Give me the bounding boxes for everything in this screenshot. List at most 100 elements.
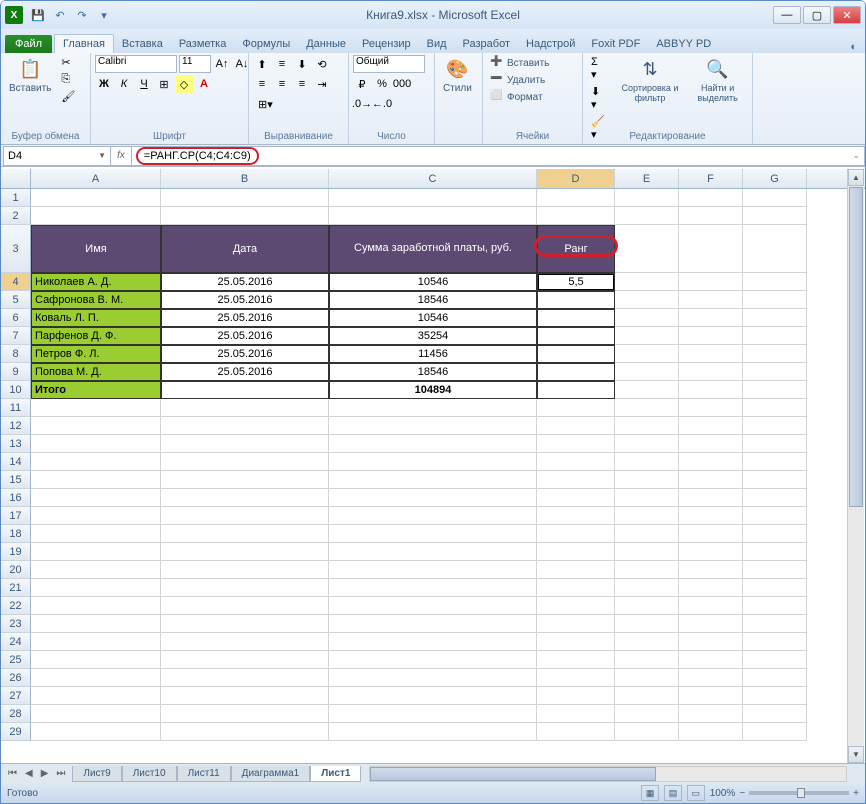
cell[interactable] <box>679 579 743 597</box>
col-f-header[interactable]: F <box>679 169 743 188</box>
cell[interactable] <box>31 417 161 435</box>
name-box-dropdown-icon[interactable]: ▼ <box>98 151 106 160</box>
cell[interactable] <box>615 273 679 291</box>
col-c-header[interactable]: C <box>329 169 537 188</box>
cell[interactable] <box>615 225 679 273</box>
cell[interactable] <box>31 651 161 669</box>
cell[interactable] <box>679 615 743 633</box>
cell[interactable] <box>31 471 161 489</box>
cell[interactable] <box>537 615 615 633</box>
cell[interactable] <box>743 543 807 561</box>
cell[interactable] <box>615 597 679 615</box>
copy-icon[interactable]: ⎘ <box>57 72 79 87</box>
tab-view[interactable]: Вид <box>419 35 455 53</box>
scroll-thumb[interactable] <box>849 187 863 507</box>
row-header[interactable]: 19 <box>1 543 31 561</box>
tab-review[interactable]: Рецензир <box>354 35 419 53</box>
cell[interactable] <box>615 561 679 579</box>
cell[interactable] <box>537 489 615 507</box>
cell[interactable] <box>31 399 161 417</box>
cell[interactable]: 10546 <box>329 273 537 291</box>
cell[interactable] <box>161 651 329 669</box>
cell[interactable] <box>743 381 807 399</box>
cell[interactable] <box>615 417 679 435</box>
zoom-thumb[interactable] <box>797 788 805 798</box>
cell[interactable]: Петров Ф. Л. <box>31 345 161 363</box>
cell[interactable] <box>537 633 615 651</box>
cell[interactable] <box>743 651 807 669</box>
row-header[interactable]: 12 <box>1 417 31 435</box>
tab-home[interactable]: Главная <box>54 34 114 53</box>
cell[interactable] <box>743 507 807 525</box>
cell[interactable]: 10546 <box>329 309 537 327</box>
cell[interactable] <box>31 669 161 687</box>
cell[interactable]: 35254 <box>329 327 537 345</box>
row-header[interactable]: 15 <box>1 471 31 489</box>
cell[interactable] <box>743 435 807 453</box>
cell[interactable] <box>161 417 329 435</box>
cell[interactable] <box>679 597 743 615</box>
cell[interactable]: 25.05.2016 <box>161 273 329 291</box>
cell[interactable] <box>615 579 679 597</box>
cell[interactable]: 25.05.2016 <box>161 327 329 345</box>
cell[interactable] <box>537 705 615 723</box>
cell[interactable] <box>743 471 807 489</box>
sheet-tab[interactable]: Лист11 <box>177 766 231 782</box>
cell[interactable] <box>161 705 329 723</box>
cell[interactable] <box>679 345 743 363</box>
maximize-button[interactable]: ▢ <box>803 6 831 24</box>
cell[interactable] <box>615 381 679 399</box>
cell[interactable] <box>329 207 537 225</box>
tab-foxit[interactable]: Foxit PDF <box>583 35 648 53</box>
row-header[interactable]: 25 <box>1 651 31 669</box>
cell[interactable] <box>329 705 537 723</box>
cell[interactable] <box>329 543 537 561</box>
row-header[interactable]: 6 <box>1 309 31 327</box>
cell[interactable] <box>679 189 743 207</box>
cell[interactable]: 25.05.2016 <box>161 363 329 381</box>
zoom-slider[interactable] <box>749 791 849 795</box>
cell[interactable] <box>31 489 161 507</box>
save-icon[interactable]: 💾 <box>29 6 47 24</box>
cell[interactable] <box>329 579 537 597</box>
cell[interactable] <box>537 525 615 543</box>
hscroll-thumb[interactable] <box>370 767 655 781</box>
row-header[interactable]: 11 <box>1 399 31 417</box>
row-header[interactable]: 16 <box>1 489 31 507</box>
cell[interactable] <box>679 309 743 327</box>
find-select-button[interactable]: 🔍 Найти и выделить <box>687 55 748 105</box>
cell[interactable] <box>679 723 743 741</box>
tab-formulas[interactable]: Формулы <box>234 35 298 53</box>
row-header[interactable]: 21 <box>1 579 31 597</box>
cell[interactable] <box>329 471 537 489</box>
name-box[interactable]: D4 ▼ <box>3 146 111 166</box>
cell[interactable] <box>329 615 537 633</box>
row-header[interactable]: 20 <box>1 561 31 579</box>
cell[interactable]: Сумма заработной платы, руб. <box>329 225 537 273</box>
cell[interactable]: 5,5 <box>537 273 615 291</box>
tab-developer[interactable]: Разработ <box>455 35 518 53</box>
cell[interactable] <box>743 207 807 225</box>
merge-icon[interactable]: ⊞▾ <box>253 95 278 113</box>
cell[interactable] <box>31 705 161 723</box>
cell[interactable]: Ранг <box>537 225 615 273</box>
cell[interactable] <box>161 489 329 507</box>
cell[interactable] <box>31 633 161 651</box>
expand-formula-icon[interactable]: ⌄ <box>852 150 860 161</box>
cell[interactable] <box>537 363 615 381</box>
cell[interactable] <box>679 417 743 435</box>
cell[interactable] <box>537 579 615 597</box>
cell[interactable] <box>537 669 615 687</box>
zoom-out-icon[interactable]: − <box>739 788 745 799</box>
cell[interactable] <box>743 525 807 543</box>
cell[interactable]: 25.05.2016 <box>161 345 329 363</box>
zoom-in-icon[interactable]: + <box>853 788 859 799</box>
cell[interactable] <box>615 543 679 561</box>
tab-data[interactable]: Данные <box>298 35 354 53</box>
qat-dropdown-icon[interactable]: ▾ <box>95 6 113 24</box>
cell[interactable] <box>329 189 537 207</box>
sheet-tab[interactable]: Лист10 <box>122 766 177 782</box>
cell[interactable] <box>679 489 743 507</box>
cell[interactable] <box>31 687 161 705</box>
cell[interactable] <box>161 633 329 651</box>
